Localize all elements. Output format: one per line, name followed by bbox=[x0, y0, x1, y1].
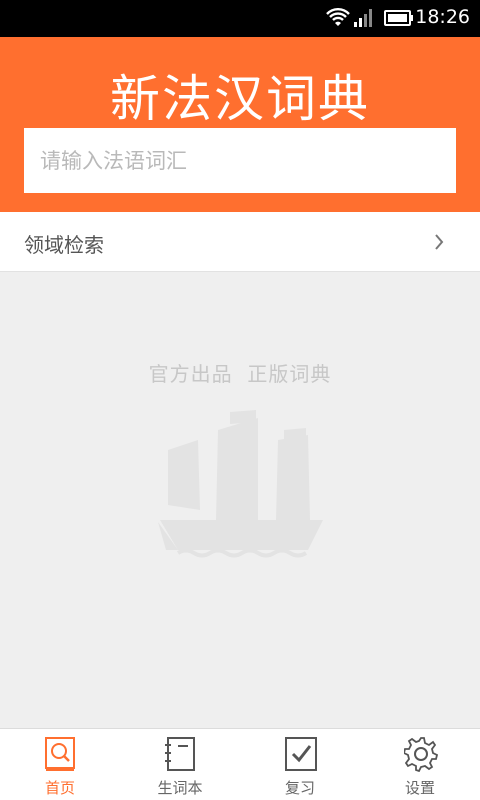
nav-settings-label: 设置 bbox=[404, 779, 435, 797]
nav-vocabulary-label: 生词本 bbox=[157, 779, 203, 797]
domain-search-label: 领域检索 bbox=[24, 233, 104, 257]
bottom-nav: 首页 生词本 复习 设置 bbox=[0, 728, 480, 800]
nav-review[interactable]: 复习 bbox=[240, 729, 360, 800]
ship-icon bbox=[158, 410, 323, 558]
wifi-icon bbox=[326, 8, 350, 26]
gear-icon bbox=[404, 737, 438, 772]
checkbox-icon bbox=[285, 737, 317, 771]
dictionary-search-icon bbox=[45, 737, 75, 771]
chevron-right-icon bbox=[435, 234, 444, 250]
search-input[interactable] bbox=[24, 128, 456, 193]
notebook-icon bbox=[165, 737, 195, 771]
nav-vocabulary[interactable]: 生词本 bbox=[120, 729, 240, 800]
nav-home-label: 首页 bbox=[44, 779, 75, 797]
nav-review-label: 复习 bbox=[284, 779, 315, 797]
nav-home[interactable]: 首页 bbox=[0, 729, 120, 800]
battery-icon bbox=[384, 10, 413, 26]
signal-icon bbox=[354, 9, 372, 27]
status-time: 18:26 bbox=[415, 6, 470, 28]
app-title: 新法汉词典 bbox=[110, 70, 370, 128]
domain-search-row[interactable]: 领域检索 bbox=[0, 212, 480, 272]
app-header: 新法汉词典 bbox=[0, 37, 480, 212]
slogan-text: 官方出品 正版词典 bbox=[148, 362, 332, 386]
status-bar: 18:26 bbox=[0, 0, 480, 37]
nav-settings[interactable]: 设置 bbox=[360, 729, 480, 800]
